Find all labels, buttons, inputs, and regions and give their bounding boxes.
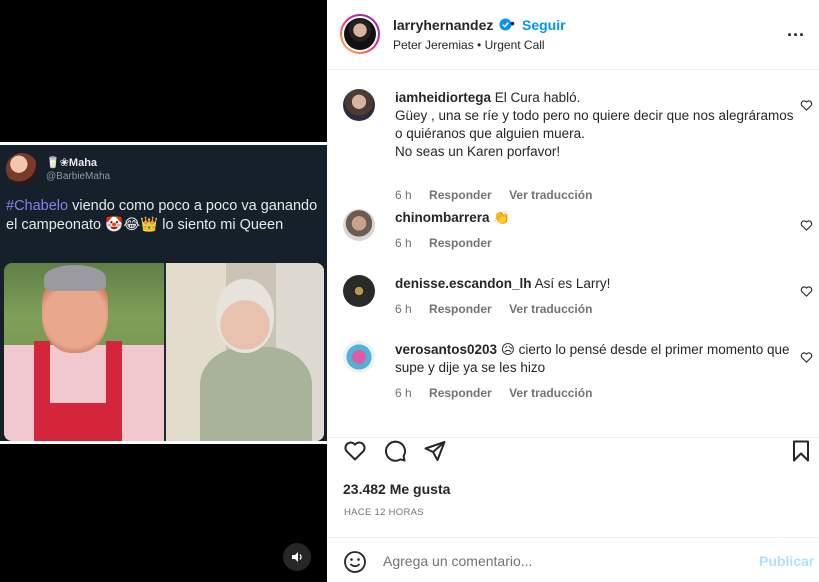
likes-count[interactable]: 23.482 Me gusta [343,481,450,497]
comment-like-heart-icon[interactable] [800,99,813,112]
like-heart-icon[interactable] [343,439,367,463]
author-username[interactable]: larryhernandez [393,17,493,33]
more-options-icon[interactable]: ... [787,20,805,41]
post-header: larryhernandez • Seguir Peter Jeremias •… [327,0,819,70]
comment-input[interactable] [383,550,743,572]
reply-button[interactable]: Responder [429,386,492,400]
comments-list[interactable]: iamheidiortega El Cura habló. Güey , una… [327,71,819,437]
commenter-avatar[interactable] [343,89,375,121]
post-media[interactable]: 🥛❀Maha @BarbieMaha #Chabelo viendo como … [0,0,327,582]
comment-time: 6 h [395,236,412,250]
emoji-picker-icon[interactable] [343,550,367,574]
reply-button[interactable]: Responder [429,236,492,250]
see-translation-button[interactable]: Ver traducción [509,386,592,400]
tweet-screenshot: 🥛❀Maha @BarbieMaha #Chabelo viendo como … [0,142,327,444]
comment-like-heart-icon[interactable] [800,285,813,298]
commenter-avatar[interactable] [343,275,375,307]
reply-button[interactable]: Responder [429,188,492,202]
commenter-username[interactable]: chinombarrera [395,210,490,225]
photo-left-man [4,263,164,441]
follow-button[interactable]: Seguir [522,17,566,33]
audio-track-link[interactable]: Peter Jeremias • Urgent Call [393,38,545,52]
tweet-avatar [6,153,38,185]
comment-time: 6 h [395,188,412,202]
tweet-photo [4,263,324,441]
publish-button[interactable]: Publicar [759,553,814,569]
commenter-avatar[interactable] [343,209,375,241]
tweet-card: 🥛❀Maha @BarbieMaha #Chabelo viendo como … [0,145,327,441]
tweet-author-handle: @BarbieMaha [46,171,111,182]
see-translation-button[interactable]: Ver traducción [509,188,592,202]
audio-mute-button[interactable] [283,543,311,571]
comment-like-heart-icon[interactable] [800,351,813,364]
post-timestamp: HACE 12 HORAS [344,507,424,518]
reply-button[interactable]: Responder [429,302,492,316]
comment-time: 6 h [395,302,412,316]
author-avatar[interactable] [340,14,380,54]
tweet-text: #Chabelo viendo como poco a poco va gana… [6,197,324,235]
comment-text: 👏 [493,210,511,225]
save-bookmark-icon[interactable] [789,439,813,463]
separator-dot: • [510,15,515,31]
speaker-icon [292,552,302,562]
commenter-username[interactable]: iamheidiortega [395,90,491,105]
see-translation-button[interactable]: Ver traducción [509,302,592,316]
add-comment-bar: Publicar [327,537,819,582]
comment-text: Así es Larry! [534,276,611,291]
tweet-author-name: 🥛❀Maha [46,157,98,169]
comment-like-heart-icon[interactable] [800,219,813,232]
post-sidebar: larryhernandez • Seguir Peter Jeremias •… [327,0,819,582]
comment-bubble-icon[interactable] [383,439,407,463]
comment-time: 6 h [395,386,412,400]
commenter-username[interactable]: denisse.escandon_lh [395,276,532,291]
commenter-username[interactable]: verosantos0203 [395,342,497,357]
tweet-hashtag: #Chabelo [6,198,69,214]
commenter-avatar[interactable] [343,341,375,373]
share-send-icon[interactable] [423,439,447,463]
photo-right-woman [166,263,324,441]
